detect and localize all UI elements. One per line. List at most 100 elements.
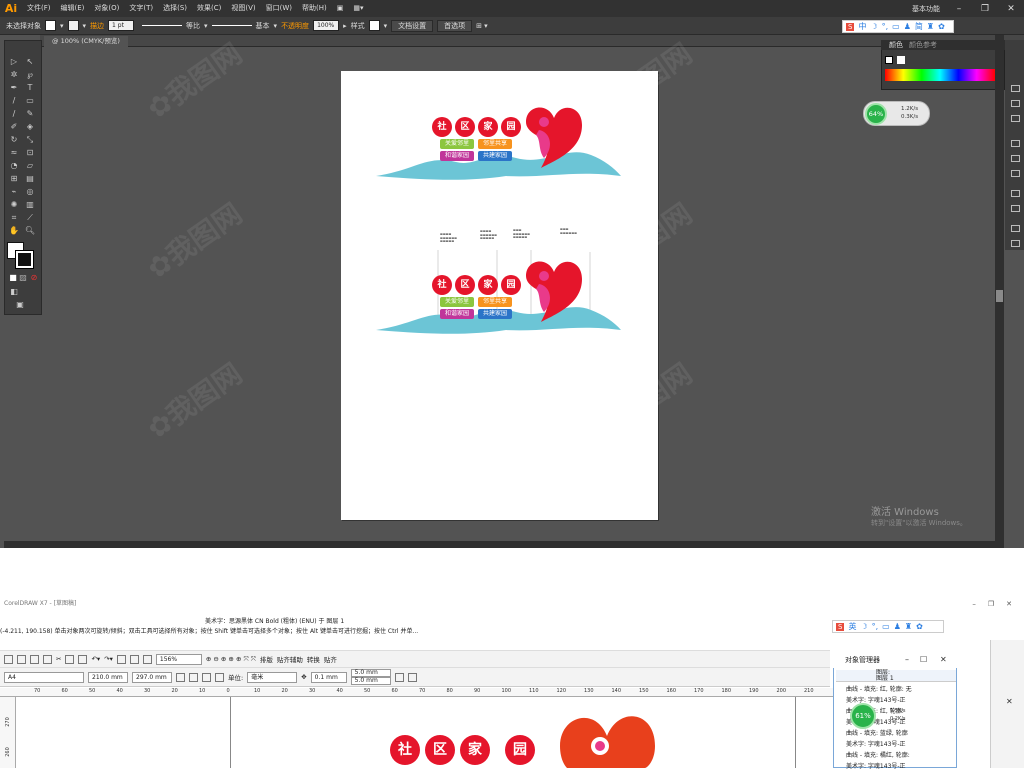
gradient-icon[interactable]: ▤ [24, 174, 36, 184]
rectangle-tool-icon[interactable]: ▭ [24, 96, 36, 106]
object-row[interactable]: 曲线 - 填充: 红, 轮廓: 无 [836, 684, 948, 695]
opacity-value[interactable]: 100% [313, 20, 340, 31]
graph-icon[interactable]: ▥ [24, 200, 36, 210]
landscape-icon[interactable] [189, 672, 198, 682]
panel-icon[interactable] [1011, 190, 1020, 197]
object-row[interactable]: 美术字: 字魂143号-正 [836, 695, 948, 706]
maximize-icon[interactable]: ❐ [978, 4, 992, 14]
shirt-icon[interactable]: ♜ [905, 622, 912, 631]
menu-view[interactable]: 视图(V) [226, 0, 260, 17]
zoom-level[interactable]: 156% [155, 653, 202, 665]
blend-icon[interactable]: ◎ [24, 187, 36, 197]
screen-mode-icon[interactable]: ▣ [14, 300, 26, 310]
pencil-icon[interactable]: ✎ [24, 109, 36, 119]
mesh-icon[interactable]: ⊞ [8, 174, 20, 184]
gear-icon[interactable]: ✿ [916, 622, 923, 631]
bridge-icon[interactable]: ▣ [332, 0, 349, 17]
user-icon[interactable]: ♟ [894, 622, 901, 631]
symbol-sprayer-icon[interactable]: ✺ [8, 200, 20, 210]
menu-type[interactable]: 文字(T) [124, 0, 158, 17]
minimize-icon[interactable]: – [952, 4, 966, 14]
stroke-label[interactable]: 描边 [90, 21, 104, 31]
tab-color[interactable]: 颜色 [889, 40, 903, 50]
paintbrush-icon[interactable]: ∕ [8, 109, 20, 119]
export-icon[interactable] [129, 654, 139, 664]
current-page-icon[interactable] [215, 672, 224, 682]
perspective-icon[interactable]: ▱ [24, 161, 36, 171]
copy-icon[interactable] [65, 654, 75, 664]
stroke-swatch[interactable] [67, 20, 79, 31]
style-swatch[interactable] [368, 20, 380, 31]
open-icon[interactable] [17, 654, 26, 664]
panel-icon[interactable] [1011, 170, 1020, 177]
profile-label[interactable]: 等比 [186, 21, 200, 31]
toolbar-snap[interactable]: 贴齐 [324, 654, 337, 664]
object-row[interactable]: 美术字: 字魂143号-正 [836, 761, 948, 772]
artboard-icon[interactable]: ⌗ [8, 213, 20, 223]
width-tool-icon[interactable]: ≈ [8, 148, 20, 158]
panel-icon[interactable] [1011, 205, 1020, 212]
stroke-color-box[interactable] [15, 250, 34, 269]
unit-select[interactable]: 毫米 [247, 671, 298, 683]
minimize-icon[interactable]: – [972, 600, 976, 608]
gear-icon[interactable]: ✿ [938, 22, 945, 31]
close-icon[interactable]: ✕ [1006, 600, 1012, 608]
arrange-icon[interactable]: ▦▾ [348, 0, 368, 17]
tab-color-guide[interactable]: 颜色参考 [909, 40, 937, 50]
pen-tool-icon[interactable]: ✒ [8, 83, 20, 93]
stroke-weight[interactable]: 1 pt [108, 20, 135, 31]
vertical-ruler[interactable]: 270 260 [0, 697, 16, 768]
line-tool-icon[interactable]: / [8, 96, 20, 106]
fill-swatch[interactable] [45, 20, 56, 31]
moon-icon[interactable]: ☽ [870, 22, 877, 31]
heart-logo[interactable] [555, 706, 660, 768]
panel-icon[interactable] [1011, 100, 1020, 107]
color-spectrum[interactable] [885, 69, 995, 81]
panel-minimize-icon[interactable]: – [905, 655, 909, 664]
punct-icon[interactable]: °, [872, 622, 879, 631]
panel-stroke-swatch[interactable] [897, 56, 905, 64]
opacity-label[interactable]: 不透明度 [281, 21, 309, 31]
nudge-distance[interactable]: 0.1 mm [310, 671, 347, 683]
eraser-icon[interactable]: ◈ [24, 122, 36, 132]
menu-help[interactable]: 帮助(H) [297, 0, 332, 17]
zoom-icons[interactable]: ⊕ ⊖ ⊕ ⊕ ⊕ ⤧ ⤧ [206, 655, 256, 664]
portrait-icon[interactable] [176, 672, 185, 682]
panel-icon[interactable] [1011, 115, 1020, 122]
slice-icon[interactable]: ⟋ [24, 213, 36, 223]
punct-icon[interactable]: °, [882, 22, 889, 31]
zoom-icon[interactable]: 🔍︎ [24, 226, 36, 236]
panel-icon[interactable] [1011, 155, 1020, 162]
none-mode-icon[interactable]: ⊘ [28, 273, 40, 283]
scale-icon[interactable]: ⤡ [24, 135, 36, 145]
menu-effect[interactable]: 效果(C) [192, 0, 226, 17]
layer-name[interactable]: 图层 1 [876, 676, 956, 682]
draw-mode-icon[interactable]: ◧ [8, 287, 20, 297]
shape-builder-icon[interactable]: ◔ [8, 161, 20, 171]
magic-wand-icon[interactable]: ✲ [8, 70, 20, 80]
preferences-button[interactable]: 首选项 [437, 19, 473, 32]
undo-icon[interactable]: ↶▾ [91, 655, 100, 663]
all-pages-icon[interactable] [202, 672, 211, 682]
page-height[interactable]: 297.0 mm [132, 671, 172, 683]
eyedropper-icon[interactable]: ⌁ [8, 187, 20, 197]
toolbar-layout[interactable]: 排版 [260, 654, 273, 664]
cd-ime-toolbar[interactable]: S 英 ☽ °, ▭ ♟ ♜ ✿ [832, 620, 944, 633]
panel-icon[interactable] [1011, 140, 1020, 147]
menu-object[interactable]: 对象(O) [89, 0, 124, 17]
user-icon[interactable]: ♟ [904, 22, 911, 31]
document-setup-button[interactable]: 文档设置 [391, 19, 434, 32]
object-row[interactable]: 曲线 - 填充: 橘红, 轮廓: [836, 750, 948, 761]
ime-mode[interactable]: 英 [848, 621, 856, 632]
import-icon[interactable] [116, 654, 126, 664]
object-row[interactable]: 曲线 - 填充: 蓝绿, 轮廓 [836, 728, 948, 739]
units-icon[interactable] [394, 672, 404, 682]
maximize-icon[interactable]: ❐ [988, 600, 994, 608]
options-icon[interactable] [407, 672, 417, 682]
publish-icon[interactable] [142, 654, 152, 664]
object-row[interactable]: 美术字: 字魂143号-正 [836, 739, 948, 750]
new-icon[interactable] [4, 654, 13, 664]
keyboard-icon[interactable]: ▭ [882, 622, 890, 631]
save-icon[interactable] [30, 654, 39, 664]
rotate-icon[interactable]: ↻ [8, 135, 20, 145]
